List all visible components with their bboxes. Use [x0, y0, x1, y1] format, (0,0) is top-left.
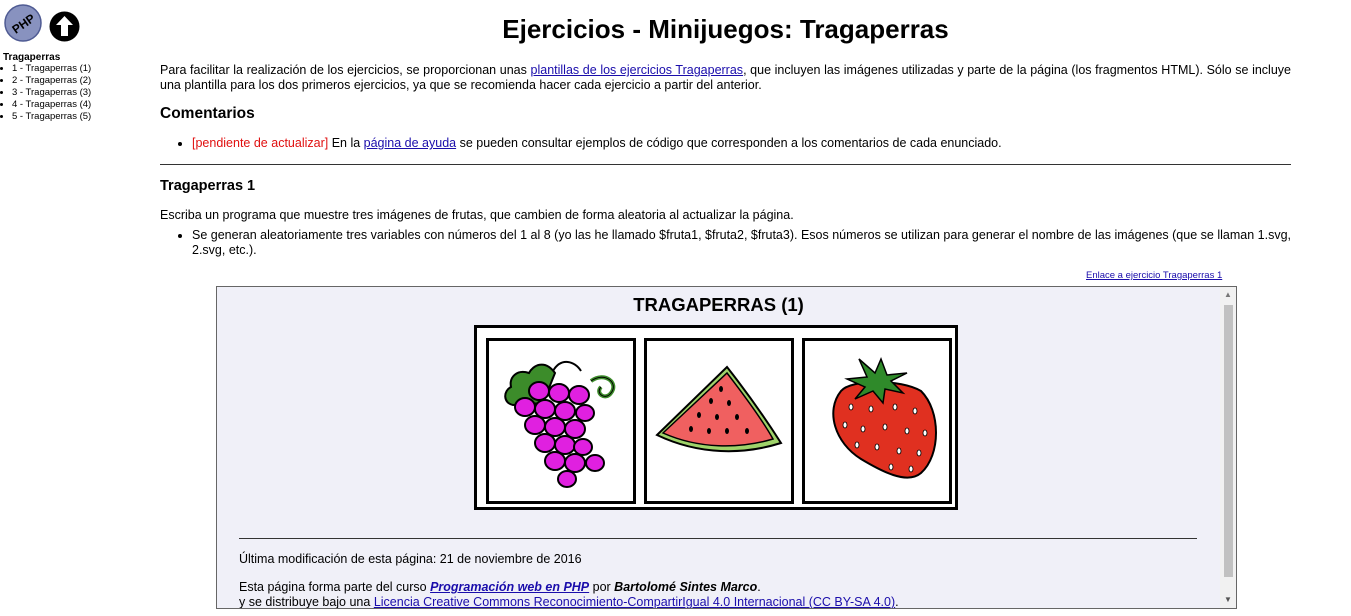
comments-heading: Comentarios — [160, 105, 255, 122]
license-text-end: . — [895, 595, 899, 609]
exercise-1-list: Se generan aleatoriamente tres variables… — [160, 228, 1291, 258]
slot-machine-reels — [474, 325, 958, 510]
nav-item[interactable]: 1 - Tragaperras (1) — [12, 63, 91, 75]
nav-link-5[interactable]: 5 - Tragaperras (5) — [12, 111, 91, 122]
intro-paragraph: Para facilitar la realización de los eje… — [160, 63, 1291, 93]
comment-text-before: En la — [328, 136, 364, 150]
nav-link-4[interactable]: 4 - Tragaperras (4) — [12, 99, 91, 110]
scroll-thumb[interactable] — [1224, 305, 1233, 577]
frame-divider — [239, 538, 1197, 539]
grapes-icon — [504, 361, 616, 488]
help-page-link[interactable]: página de ayuda — [364, 136, 456, 150]
exercise-1-bullet: Se generan aleatoriamente tres variables… — [192, 228, 1291, 258]
watermelon-icon — [655, 365, 783, 453]
frame-title: TRAGAPERRAS (1) — [633, 294, 804, 315]
comment-item: [pendiente de actualizar] En la página d… — [192, 136, 1002, 151]
scroll-down-arrow-icon[interactable]: ▼ — [1220, 592, 1236, 608]
exercise-1-heading: Tragaperras 1 — [160, 178, 256, 194]
scroll-up-arrow-icon[interactable]: ▲ — [1220, 287, 1236, 303]
page-title: Ejercicios - Minijuegos: Tragaperras — [502, 14, 949, 44]
nav-list: 1 - Tragaperras (1) 2 - Tragaperras (2) … — [0, 63, 91, 123]
comments-list: [pendiente de actualizar] En la página d… — [160, 136, 1002, 151]
nav-item[interactable]: 3 - Tragaperras (3) — [12, 87, 91, 99]
nav-title: Tragaperras — [3, 52, 61, 63]
license-text-before: y se distribuye bajo una — [239, 595, 374, 609]
license-link[interactable]: Licencia Creative Commons Reconocimiento… — [374, 595, 895, 608]
arrow-up-circle-icon[interactable] — [49, 11, 80, 42]
course-author: Bartolomé Sintes Marco — [614, 580, 758, 594]
nav-link-1[interactable]: 1 - Tragaperras (1) — [12, 63, 91, 74]
frame-scrollbar[interactable]: ▲ ▼ — [1220, 287, 1236, 608]
last-modified: Última modificación de esta página: 21 d… — [239, 552, 582, 566]
exercise-1-link[interactable]: Enlace a ejercicio Tragaperras 1 — [1086, 270, 1222, 281]
course-credits: Esta página forma parte del curso Progra… — [239, 580, 899, 609]
section-divider — [160, 164, 1291, 165]
exercise-1-description: Escriba un programa que muestre tres imá… — [160, 208, 794, 222]
intro-text-before: Para facilitar la realización de los eje… — [160, 63, 531, 77]
nav-link-3[interactable]: 3 - Tragaperras (3) — [12, 87, 91, 98]
course-text-end: . — [757, 580, 761, 594]
comment-text-after: se pueden consultar ejemplos de código q… — [456, 136, 1002, 150]
templates-link[interactable]: plantillas de los ejercicios Tragaperras — [531, 63, 744, 77]
nav-link-2[interactable]: 2 - Tragaperras (2) — [12, 75, 91, 86]
nav-item[interactable]: 4 - Tragaperras (4) — [12, 99, 91, 111]
nav-item[interactable]: 2 - Tragaperras (2) — [12, 75, 91, 87]
exercise-preview-frame[interactable]: TRAGAPERRAS (1) Última modificación de e… — [216, 286, 1237, 609]
course-text-mid: por — [589, 580, 615, 594]
course-link[interactable]: Programación web en PHP — [430, 580, 589, 594]
reel-watermelon — [644, 338, 794, 504]
nav-item[interactable]: 5 - Tragaperras (5) — [12, 111, 91, 123]
php-logo-icon[interactable]: PHP — [4, 4, 42, 42]
reel-strawberry — [802, 338, 952, 504]
reel-grapes — [486, 338, 636, 504]
pending-label: [pendiente de actualizar] — [192, 136, 329, 150]
strawberry-icon — [832, 356, 937, 479]
course-text-before: Esta página forma parte del curso — [239, 580, 431, 594]
